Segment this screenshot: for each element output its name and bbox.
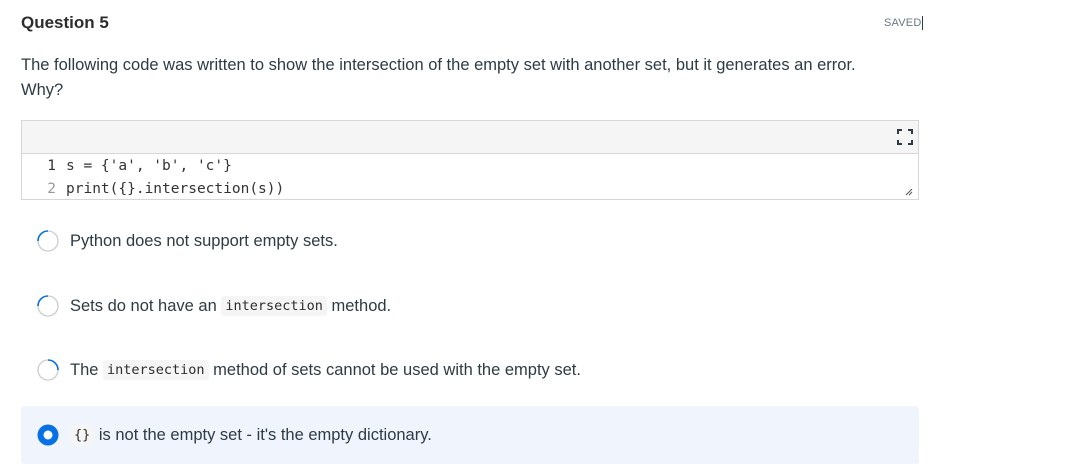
- radio-selected-icon[interactable]: [37, 424, 59, 446]
- line-number: 2: [47, 181, 56, 197]
- code-line-text: s = {'a', 'b', 'c'}: [66, 158, 232, 174]
- option-text: The: [70, 360, 104, 379]
- answer-option-4[interactable]: {} is not the empty set - it's the empty…: [21, 406, 919, 464]
- expand-icon[interactable]: [896, 128, 914, 146]
- answer-option-2[interactable]: Sets do not have an intersection method.: [21, 277, 919, 335]
- resize-handle-icon[interactable]: [903, 186, 913, 196]
- option-label: The intersection method of sets cannot b…: [70, 360, 581, 380]
- inline-code: intersection: [221, 296, 327, 316]
- radio-unselected-icon[interactable]: [37, 359, 59, 381]
- option-label: {} is not the empty set - it's the empty…: [70, 425, 432, 445]
- inline-code: intersection: [103, 360, 209, 380]
- code-editor[interactable]: 1 s = {'a', 'b', 'c'} 2 print({}.interse…: [21, 120, 919, 200]
- code-toolbar: [22, 121, 918, 154]
- code-lines: 1 s = {'a', 'b', 'c'} 2 print({}.interse…: [22, 154, 918, 201]
- code-line-text: print({}.intersection(s)): [66, 181, 285, 197]
- line-number: 1: [47, 158, 56, 174]
- radio-unselected-icon[interactable]: [37, 295, 59, 317]
- question-title: Question 5: [21, 13, 109, 32]
- option-text: method of sets cannot be used with the e…: [208, 360, 581, 379]
- answer-option-1[interactable]: Python does not support empty sets.: [21, 212, 919, 270]
- option-text: Python does not support empty sets.: [70, 231, 338, 250]
- option-text: method.: [326, 296, 392, 315]
- code-line: 2 print({}.intersection(s)): [22, 178, 918, 201]
- answer-option-3[interactable]: The intersection method of sets cannot b…: [21, 341, 919, 399]
- inline-code: {}: [70, 425, 95, 445]
- option-label: Python does not support empty sets.: [70, 232, 338, 251]
- radio-unselected-icon[interactable]: [37, 230, 59, 252]
- code-line: 1 s = {'a', 'b', 'c'}: [22, 155, 918, 178]
- option-text: Sets do not have an: [70, 296, 222, 315]
- question-text: The following code was written to show t…: [21, 56, 856, 99]
- option-text: is not the empty set - it's the empty di…: [94, 425, 432, 444]
- saved-status: SAVED: [884, 16, 924, 30]
- option-label: Sets do not have an intersection method.: [70, 296, 391, 316]
